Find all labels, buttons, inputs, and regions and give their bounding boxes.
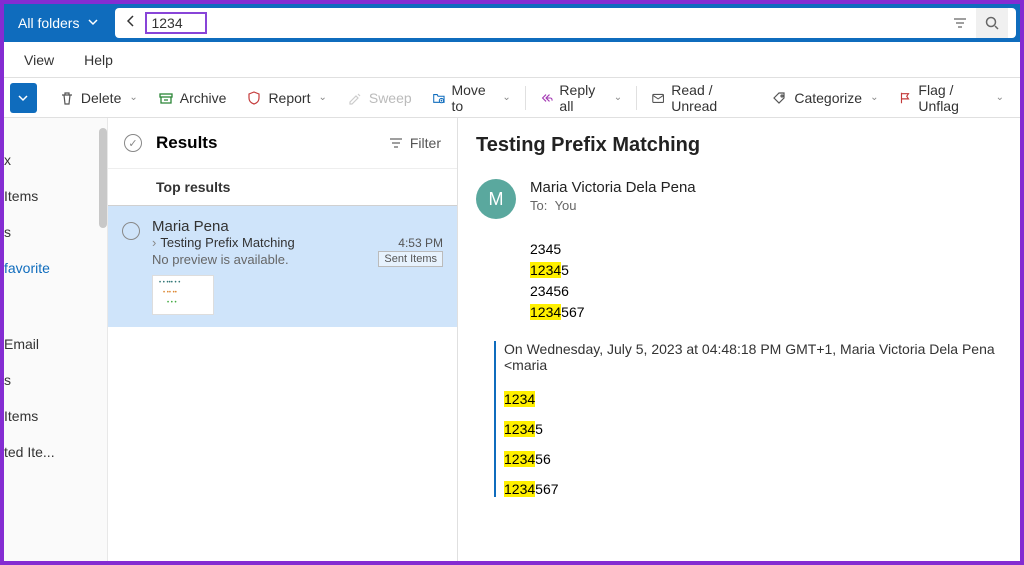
chevron-down-icon: ⌄	[996, 92, 1004, 103]
folder-label: All folders	[18, 15, 79, 31]
message-subject: Testing Prefix Matching	[160, 235, 294, 250]
delete-button[interactable]: Delete ⌄	[49, 86, 148, 110]
separator	[636, 86, 637, 110]
mail-body: 234512345234561234567	[530, 239, 1002, 323]
search-input[interactable]: 1234	[145, 12, 206, 34]
select-checkbox[interactable]	[122, 222, 140, 240]
reply-all-button[interactable]: Reply all ⌄	[530, 78, 633, 118]
menu-help[interactable]: Help	[84, 52, 113, 68]
menu-view[interactable]: View	[24, 52, 54, 68]
message-preview: No preview is available.	[152, 252, 289, 267]
sidebar-item[interactable]: s	[4, 214, 107, 250]
menubar: View Help	[4, 42, 1020, 78]
archive-button[interactable]: Archive	[148, 86, 237, 110]
sidebar-item-favorite[interactable]: favorite	[4, 250, 107, 286]
search-input-container: 1234	[115, 8, 1016, 38]
report-button[interactable]: Report ⌄	[236, 86, 336, 110]
new-mail-dropdown[interactable]	[10, 83, 37, 113]
quoted-message: On Wednesday, July 5, 2023 at 04:48:18 P…	[494, 341, 1002, 497]
chevron-down-icon: ⌄	[318, 92, 326, 103]
list-title: Results	[156, 133, 217, 153]
folder-badge: Sent Items	[378, 251, 443, 267]
chevron-down-icon	[85, 14, 101, 33]
chevron-down-icon: ⌄	[129, 92, 137, 103]
avatar: M	[476, 179, 516, 219]
message-time: 4:53 PM	[398, 236, 443, 250]
search-bar: All folders 1234	[4, 4, 1020, 42]
sweep-button: Sweep	[337, 86, 422, 110]
message-item[interactable]: Maria Pena › Testing Prefix Matching 4:5…	[108, 205, 457, 327]
sidebar-item[interactable]: x	[4, 142, 107, 178]
filter-lines-icon[interactable]	[944, 8, 976, 38]
categorize-button[interactable]: Categorize ⌄	[762, 86, 888, 110]
section-header: Top results	[108, 168, 457, 205]
search-icon[interactable]	[976, 8, 1008, 38]
chevron-down-icon: ⌄	[502, 92, 510, 103]
sender-name: Maria Victoria Dela Pena	[530, 179, 696, 196]
chevron-down-icon: ⌄	[870, 92, 878, 103]
flag-button[interactable]: Flag / Unflag ⌄	[888, 78, 1014, 118]
move-to-button[interactable]: Move to ⌄	[422, 78, 521, 118]
sidebar-item[interactable]: Email	[4, 326, 107, 362]
message-list: ✓ Results Filter Top results Maria Pena …	[108, 118, 458, 561]
chevron-down-icon: ⌄	[614, 92, 622, 103]
scrollbar[interactable]	[99, 128, 107, 228]
sidebar-item[interactable]: s	[4, 362, 107, 398]
separator	[525, 86, 526, 110]
reading-pane: Testing Prefix Matching M Maria Victoria…	[458, 118, 1020, 561]
recipient-line: To: You	[530, 198, 696, 213]
message-from: Maria Pena	[152, 218, 443, 235]
toolbar: Delete ⌄ Archive Report ⌄ Sweep Move to …	[4, 78, 1020, 118]
chevron-right-icon: ›	[152, 235, 156, 250]
sidebar-item[interactable]: Items	[4, 398, 107, 434]
read-unread-button[interactable]: Read / Unread	[641, 78, 762, 118]
sidebar-item[interactable]: ted Ite...	[4, 434, 107, 470]
quote-header: On Wednesday, July 5, 2023 at 04:48:18 P…	[496, 341, 1002, 373]
mail-subject: Testing Prefix Matching	[476, 134, 1002, 157]
folder-sidebar: x Items s favorite Email s Items ted Ite…	[4, 118, 108, 561]
select-all-checkbox[interactable]: ✓	[124, 134, 142, 152]
attachment-thumbnail[interactable]: • • ••• • • • •• •• • • •	[152, 275, 214, 315]
back-arrow-icon[interactable]	[123, 13, 139, 34]
sidebar-item[interactable]: Items	[4, 178, 107, 214]
filter-button[interactable]: Filter	[388, 135, 441, 151]
folder-dropdown[interactable]: All folders	[8, 8, 111, 39]
